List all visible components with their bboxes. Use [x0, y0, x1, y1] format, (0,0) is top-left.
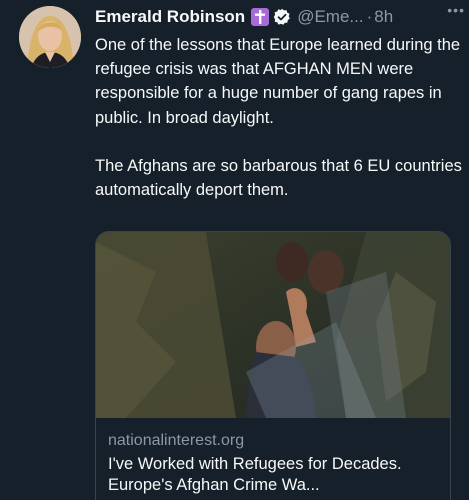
timestamp[interactable]: 8h	[374, 7, 393, 27]
tweet-text: One of the lessons that Europe learned d…	[95, 33, 463, 202]
tweet[interactable]: Emerald Robinson @Eme... · 8h ••• One of…	[0, 0, 469, 500]
link-card[interactable]: nationalinterest.org I've Worked with Re…	[95, 231, 451, 500]
cross-badge-icon	[251, 8, 270, 26]
link-card-meta: nationalinterest.org I've Worked with Re…	[96, 418, 450, 496]
tweet-paragraph-1: One of the lessons that Europe learned d…	[95, 36, 461, 127]
more-options-icon[interactable]: •••	[447, 2, 465, 18]
separator-dot: ·	[366, 7, 373, 26]
link-card-domain: nationalinterest.org	[108, 432, 245, 449]
verified-badge-icon	[273, 8, 291, 26]
avatar[interactable]	[19, 6, 81, 68]
author-name[interactable]: Emerald Robinson	[95, 7, 245, 27]
avatar-image	[19, 6, 81, 68]
link-card-title: I've Worked with Refugees for Decades. E…	[108, 455, 402, 494]
author-handle[interactable]: @Eme...	[297, 7, 363, 27]
tweet-paragraph-2: The Afghans are so barbarous that 6 EU c…	[95, 156, 462, 200]
tweet-header: Emerald Robinson @Eme... · 8h	[95, 4, 461, 30]
link-card-image	[96, 232, 450, 418]
